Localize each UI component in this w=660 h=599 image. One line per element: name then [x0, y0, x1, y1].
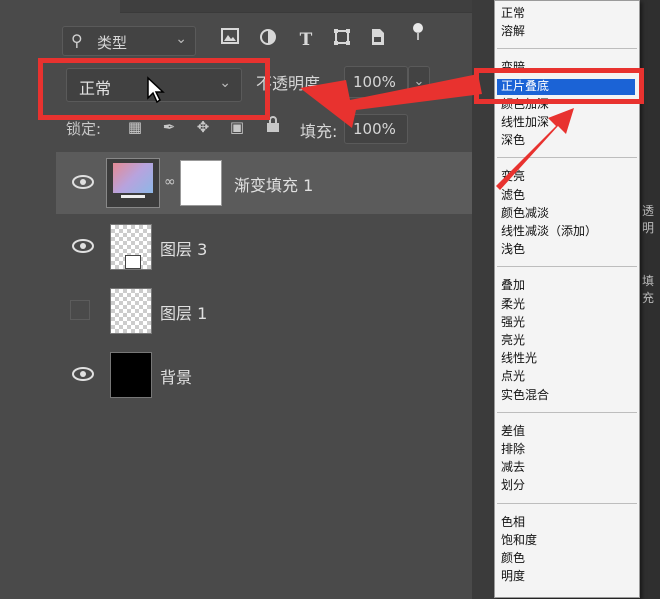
annotation-arrows [300, 74, 574, 190]
